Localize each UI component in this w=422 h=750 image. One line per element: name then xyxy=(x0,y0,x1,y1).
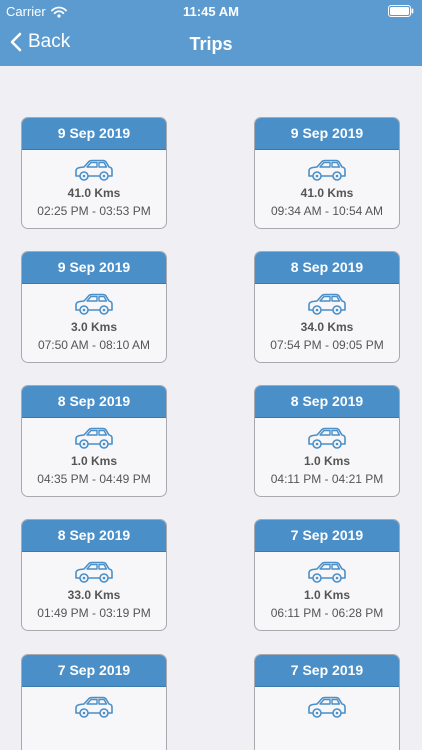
trip-card[interactable]: 7 Sep 2019 1.0 Kms 06:11 PM - 06:28 PM xyxy=(254,519,400,631)
trip-date: 8 Sep 2019 xyxy=(22,520,166,552)
car-icon xyxy=(75,561,113,583)
trip-date: 7 Sep 2019 xyxy=(255,655,399,687)
trip-card[interactable]: 8 Sep 2019 1.0 Kms 04:11 PM - 04:21 PM xyxy=(254,385,400,497)
trip-date: 7 Sep 2019 xyxy=(22,655,166,687)
trip-time-range: 04:35 PM - 04:49 PM xyxy=(37,472,151,486)
trip-time-range: 07:50 AM - 08:10 AM xyxy=(37,338,151,352)
trip-card[interactable]: 8 Sep 2019 34.0 Kms 07:54 PM - 09:05 PM xyxy=(254,251,400,363)
battery-icon xyxy=(388,5,414,17)
car-icon xyxy=(75,159,113,181)
trip-distance: 1.0 Kms xyxy=(303,588,351,602)
trip-date: 9 Sep 2019 xyxy=(255,118,399,150)
trip-card[interactable]: 7 Sep 2019 xyxy=(21,654,167,750)
navigation-bar: Back Trips xyxy=(0,22,422,66)
trips-grid: 9 Sep 2019 41.0 Kms 02:25 PM - 03:53 PM … xyxy=(0,66,422,750)
car-icon xyxy=(308,696,346,718)
status-bar: Carrier 11:45 AM xyxy=(0,0,422,22)
trip-time-range: 04:11 PM - 04:21 PM xyxy=(270,472,384,486)
trip-distance: 41.0 Kms xyxy=(67,186,121,200)
trip-date: 9 Sep 2019 xyxy=(22,252,166,284)
trip-distance: 34.0 Kms xyxy=(300,320,354,334)
trip-distance: 1.0 Kms xyxy=(70,454,118,468)
trip-card[interactable]: 8 Sep 2019 33.0 Kms 01:49 PM - 03:19 PM xyxy=(21,519,167,631)
trip-date: 8 Sep 2019 xyxy=(255,252,399,284)
trip-card[interactable]: 7 Sep 2019 xyxy=(254,654,400,750)
trip-date: 8 Sep 2019 xyxy=(255,386,399,418)
top-bar: Carrier 11:45 AM Back Trips xyxy=(0,0,422,66)
trip-distance: 3.0 Kms xyxy=(70,320,118,334)
trip-time-range: 01:49 PM - 03:19 PM xyxy=(37,606,151,620)
trip-time-range: 02:25 PM - 03:53 PM xyxy=(37,204,151,218)
trip-card[interactable]: 9 Sep 2019 41.0 Kms 09:34 AM - 10:54 AM xyxy=(254,117,400,229)
trip-card[interactable]: 8 Sep 2019 1.0 Kms 04:35 PM - 04:49 PM xyxy=(21,385,167,497)
car-icon xyxy=(308,427,346,449)
car-icon xyxy=(308,561,346,583)
trip-time-range: 07:54 PM - 09:05 PM xyxy=(270,338,384,352)
trip-date: 8 Sep 2019 xyxy=(22,386,166,418)
car-icon xyxy=(75,696,113,718)
car-icon xyxy=(308,159,346,181)
trip-distance: 41.0 Kms xyxy=(300,186,354,200)
trip-card[interactable]: 9 Sep 2019 41.0 Kms 02:25 PM - 03:53 PM xyxy=(21,117,167,229)
page-title: Trips xyxy=(189,34,233,54)
car-icon xyxy=(75,293,113,315)
trip-date: 9 Sep 2019 xyxy=(22,118,166,150)
trip-card[interactable]: 9 Sep 2019 3.0 Kms 07:50 AM - 08:10 AM xyxy=(21,251,167,363)
trip-time-range: 06:11 PM - 06:28 PM xyxy=(270,606,384,620)
car-icon xyxy=(308,293,346,315)
car-icon xyxy=(75,427,113,449)
trip-time-range: 09:34 AM - 10:54 AM xyxy=(270,204,384,218)
trip-distance: 1.0 Kms xyxy=(303,454,351,468)
status-time: 11:45 AM xyxy=(183,4,239,19)
trip-date: 7 Sep 2019 xyxy=(255,520,399,552)
trip-distance: 33.0 Kms xyxy=(67,588,121,602)
